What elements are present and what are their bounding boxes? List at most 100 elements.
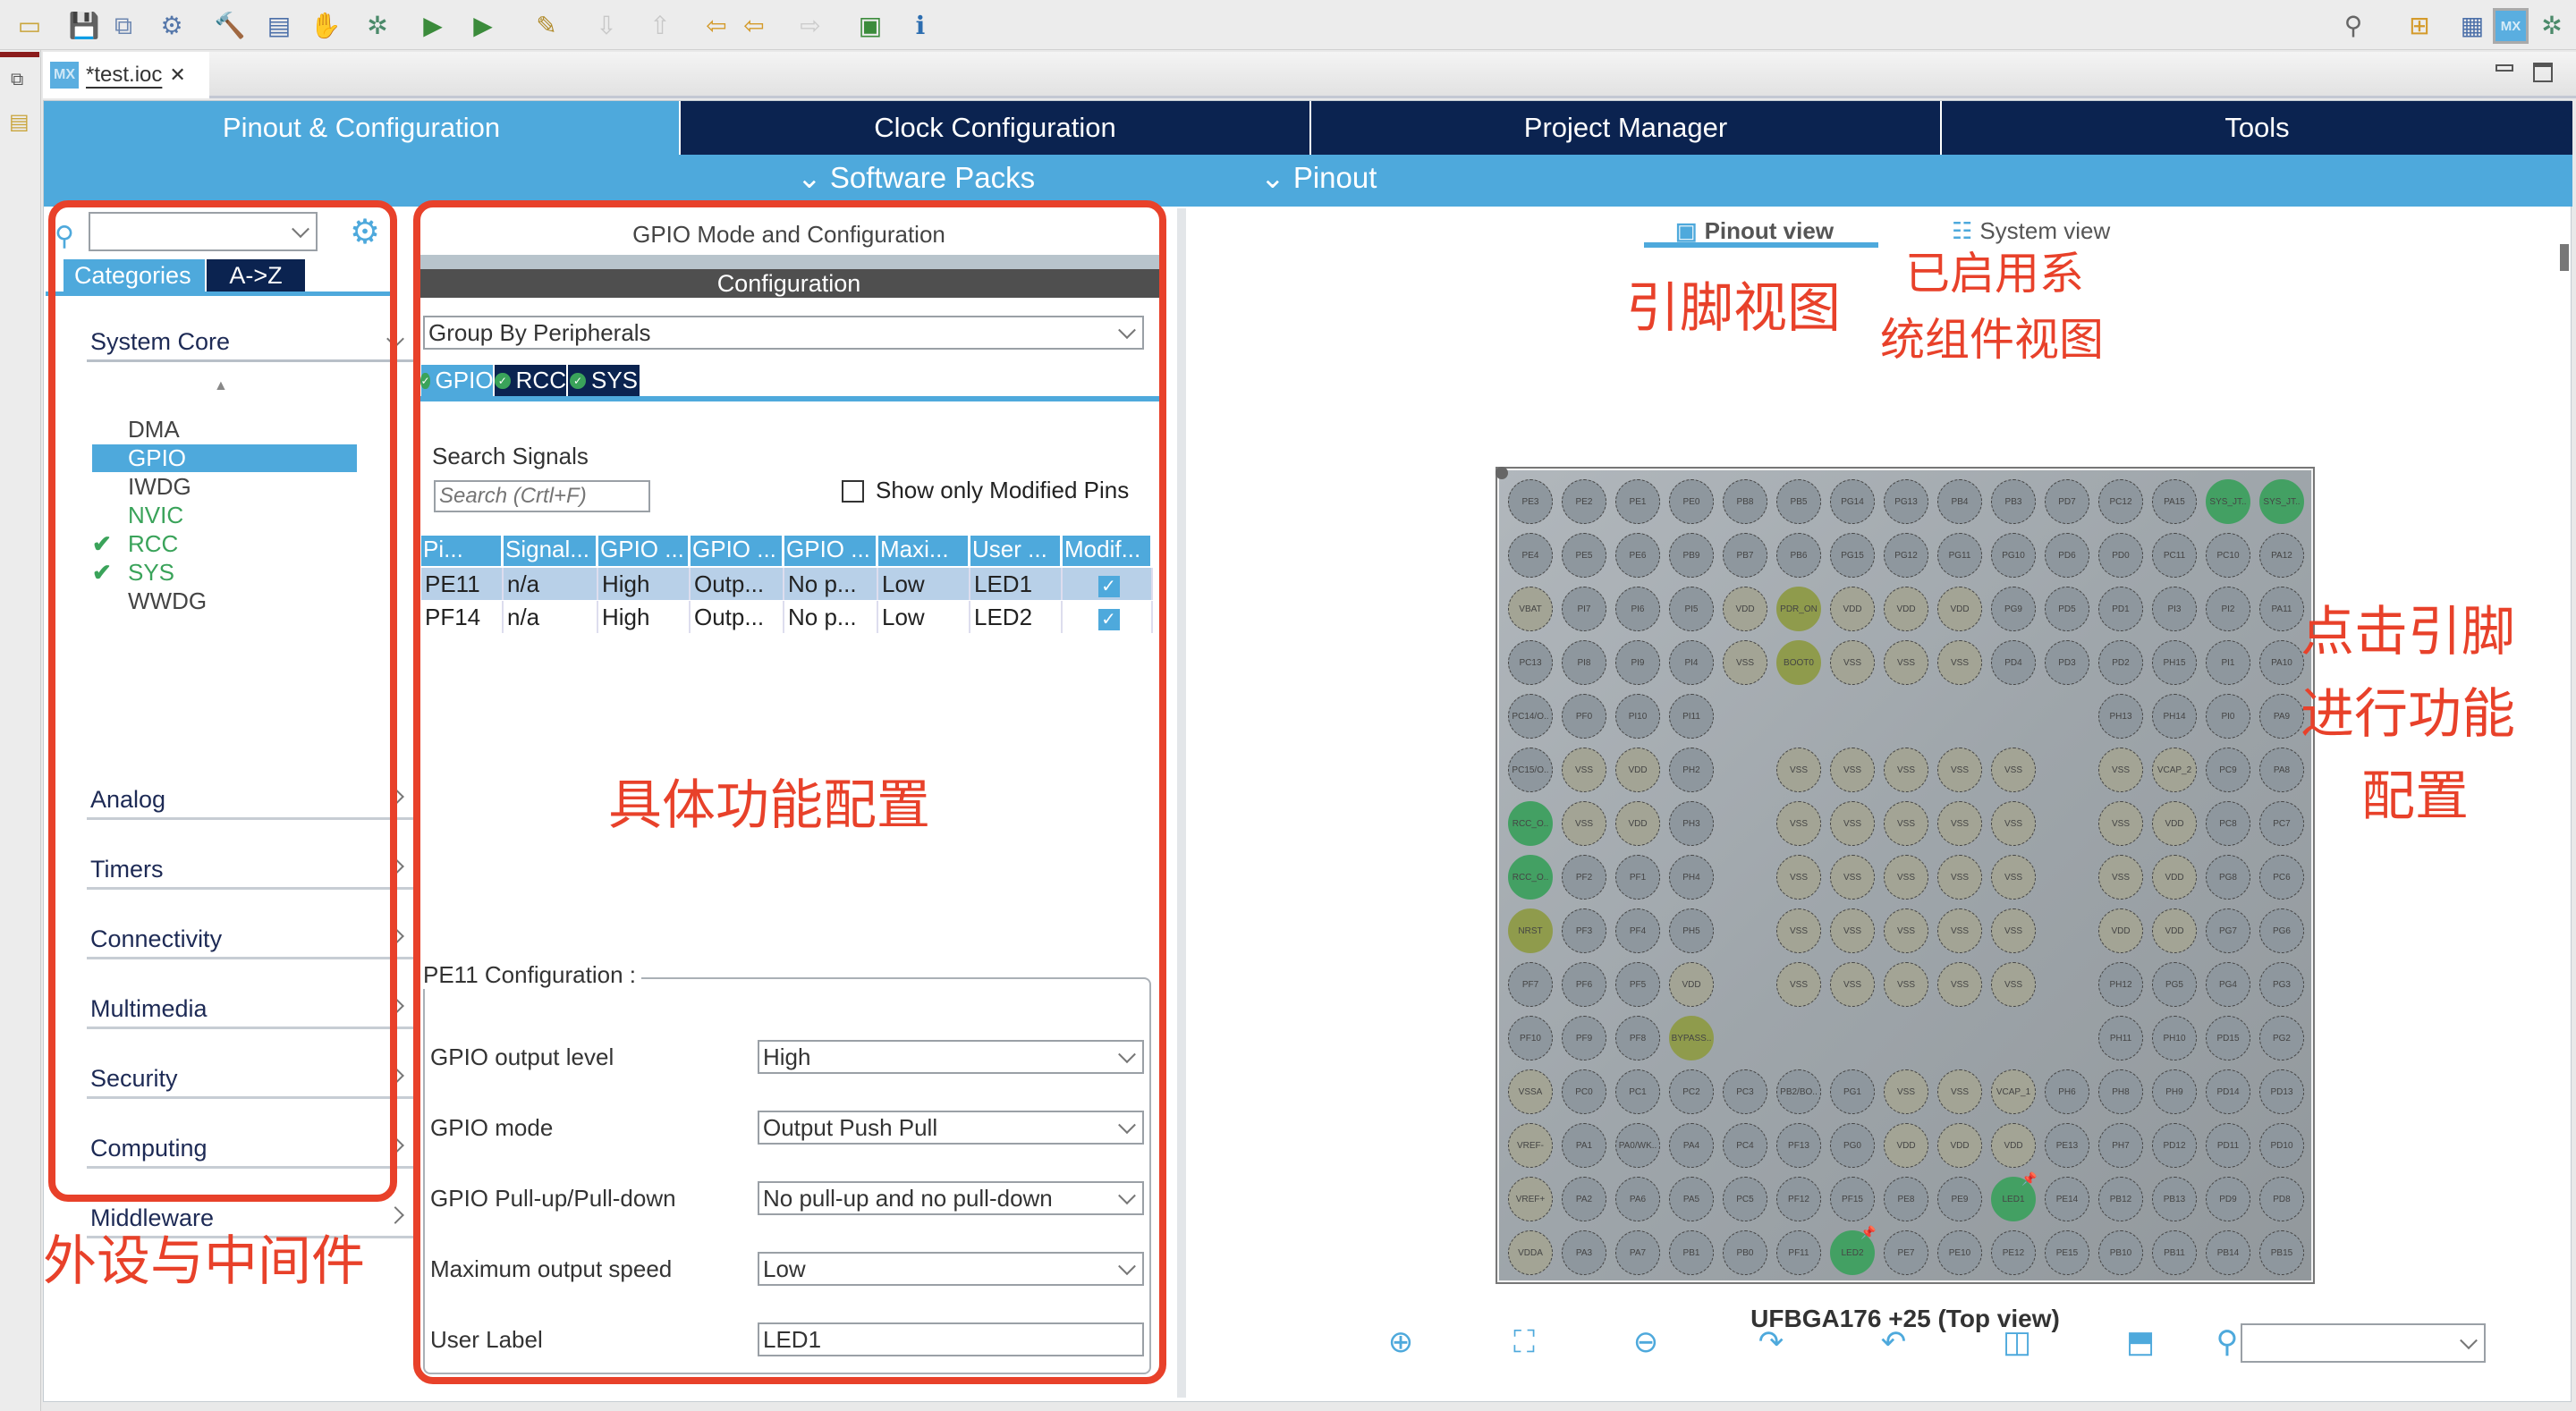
pin-pg9[interactable]: PG9 [1991, 587, 2036, 631]
pin-vss[interactable]: VSS [1830, 962, 1875, 1007]
pin-pi11[interactable]: PI11 [1669, 694, 1714, 739]
pin-pi0[interactable]: PI0 [2206, 694, 2250, 739]
pin-vdd[interactable]: VDD [1669, 962, 1714, 1007]
pin-pg4[interactable]: PG4 [2206, 962, 2250, 1007]
pin-pd12[interactable]: PD12 [2152, 1123, 2197, 1168]
pin-pb2-bo-[interactable]: PB2/BO.. [1776, 1069, 1821, 1114]
pin-pi6[interactable]: PI6 [1615, 587, 1660, 631]
group-by-select[interactable]: Group By Peripherals [423, 316, 1144, 350]
pin-vdd[interactable]: VDD [1884, 1123, 1928, 1168]
fit-to-window-icon[interactable]: ⛶ [1506, 1324, 1542, 1360]
pen-icon[interactable]: ✎ [531, 11, 562, 41]
pin-vss[interactable]: VSS [1937, 801, 1982, 846]
pin-vdd[interactable]: VDD [2098, 908, 2143, 953]
pin-vdd[interactable]: VDD [2152, 908, 2197, 953]
pin-pg7[interactable]: PG7 [2206, 908, 2250, 953]
previous-annotation-icon[interactable]: ⇧ [645, 11, 675, 41]
sidebar-item-rcc[interactable]: ✔ RCC [92, 530, 357, 558]
last-edit-location-icon[interactable]: ⇦ [701, 11, 732, 41]
pin-vss[interactable]: VSS [1884, 1069, 1928, 1114]
pin-pg13[interactable]: PG13 [1884, 479, 1928, 524]
pin-ph2[interactable]: PH2 [1669, 748, 1714, 792]
pin-pg15[interactable]: PG15 [1830, 533, 1875, 578]
pin-pb1[interactable]: PB1 [1669, 1230, 1714, 1275]
sidebar-item-dma[interactable]: DMA [92, 416, 357, 444]
pin-pf4[interactable]: PF4 [1615, 908, 1660, 953]
pin-pb11[interactable]: PB11 [2152, 1230, 2197, 1275]
pin-pa0-wk-[interactable]: PA0/WK.. [1615, 1123, 1660, 1168]
pin-ph15[interactable]: PH15 [2152, 640, 2197, 685]
pin-vssa[interactable]: VSSA [1508, 1069, 1553, 1114]
zoom-out-icon[interactable]: ⊖ [1628, 1324, 1664, 1360]
pin-pd3[interactable]: PD3 [2045, 640, 2089, 685]
pin-vss[interactable]: VSS [1991, 908, 2036, 953]
pin-pc6[interactable]: PC6 [2259, 855, 2304, 900]
pin-pe10[interactable]: PE10 [1937, 1230, 1982, 1275]
pin-bypass-[interactable]: BYPASS.. [1669, 1016, 1714, 1060]
pin-pd6[interactable]: PD6 [2045, 533, 2089, 578]
pin-pf11[interactable]: PF11 [1776, 1230, 1821, 1275]
build-config-icon[interactable]: ⚙ [157, 11, 187, 41]
rotate-right-icon[interactable]: ↷ [1753, 1324, 1789, 1360]
pin-pd4[interactable]: PD4 [1991, 640, 2036, 685]
pin-pg2[interactable]: PG2 [2259, 1016, 2304, 1060]
pin-vss[interactable]: VSS [1991, 748, 2036, 792]
column-header[interactable]: GPIO ... [784, 536, 878, 566]
pin-pa6[interactable]: PA6 [1615, 1177, 1660, 1221]
maximize-icon[interactable] [2533, 63, 2553, 82]
checkbox-checked-icon[interactable]: ✓ [1097, 576, 1120, 597]
pin-pc5[interactable]: PC5 [1723, 1177, 1767, 1221]
pin-vss[interactable]: VSS [1937, 1069, 1982, 1114]
pin-vss[interactable]: VSS [1562, 748, 1606, 792]
pin-vdd[interactable]: VDD [2152, 801, 2197, 846]
pin-vss[interactable]: VSS [1723, 640, 1767, 685]
pin-pi5[interactable]: PI5 [1669, 587, 1714, 631]
open-perspective-icon[interactable]: ⊞ [2404, 11, 2435, 41]
pin-pc3[interactable]: PC3 [1723, 1069, 1767, 1114]
pin-pf0[interactable]: PF0 [1562, 694, 1606, 739]
sidebar-item-gpio[interactable]: GPIO [92, 444, 357, 472]
pin-pc0[interactable]: PC0 [1562, 1069, 1606, 1114]
flip-horizontal-icon[interactable]: ⬒ [2123, 1324, 2158, 1360]
project-explorer-icon[interactable]: ▤ [9, 109, 30, 135]
pin-pg8[interactable]: PG8 [2206, 855, 2250, 900]
pin-pc9[interactable]: PC9 [2206, 748, 2250, 792]
rotate-left-icon[interactable]: ↶ [1876, 1324, 1911, 1360]
pin-pg1[interactable]: PG1 [1830, 1069, 1875, 1114]
pin-pg5[interactable]: PG5 [2152, 962, 2197, 1007]
debug-icon[interactable]: ✲ [362, 11, 393, 41]
tab-pinout-view[interactable]: ▣ Pinout view [1675, 217, 1834, 245]
tab-sys[interactable]: ✓ SYS [568, 365, 640, 396]
pin-vref-[interactable]: VREF- [1508, 1123, 1553, 1168]
pin-pa9[interactable]: PA9 [2259, 694, 2304, 739]
pin-pe5[interactable]: PE5 [1562, 533, 1606, 578]
pin-pd2[interactable]: PD2 [2098, 640, 2143, 685]
pin-pd5[interactable]: PD5 [2045, 587, 2089, 631]
pin-pa15[interactable]: PA15 [2152, 479, 2197, 524]
pin-vss[interactable]: VSS [1830, 640, 1875, 685]
pin-rcc-o-[interactable]: RCC_O.. [1508, 855, 1553, 900]
restore-icon[interactable]: ⧉ [11, 70, 23, 90]
pin-pa8[interactable]: PA8 [2259, 748, 2304, 792]
pin-ph6[interactable]: PH6 [2045, 1069, 2089, 1114]
minimize-icon[interactable] [2496, 64, 2513, 72]
tab-a-to-z[interactable]: A->Z [207, 259, 305, 291]
pin-rcc-o-[interactable]: RCC_O.. [1508, 801, 1553, 846]
pin-pf9[interactable]: PF9 [1562, 1016, 1606, 1060]
category-computing[interactable]: Computing [87, 1128, 416, 1169]
tab-rcc[interactable]: ✓ RCC [495, 365, 566, 396]
tab-gpio[interactable]: ✓ GPIO [420, 365, 494, 396]
pin-ph4[interactable]: PH4 [1669, 855, 1714, 900]
pin-vss[interactable]: VSS [1937, 962, 1982, 1007]
pin-pf7[interactable]: PF7 [1508, 962, 1553, 1007]
pin-pe13[interactable]: PE13 [2045, 1123, 2089, 1168]
pin-vcap-1[interactable]: VCAP_1 [1991, 1069, 2036, 1114]
save-all-icon[interactable]: ⧉ [108, 11, 139, 41]
column-header[interactable]: Pi... [421, 536, 504, 566]
pin-vss[interactable]: VSS [1937, 640, 1982, 685]
pin-vss[interactable]: VSS [1937, 748, 1982, 792]
pin-vss[interactable]: VSS [1562, 801, 1606, 846]
tab-categories[interactable]: Categories [64, 259, 205, 291]
pin-pg0[interactable]: PG0 [1830, 1123, 1875, 1168]
pin-pc7[interactable]: PC7 [2259, 801, 2304, 846]
